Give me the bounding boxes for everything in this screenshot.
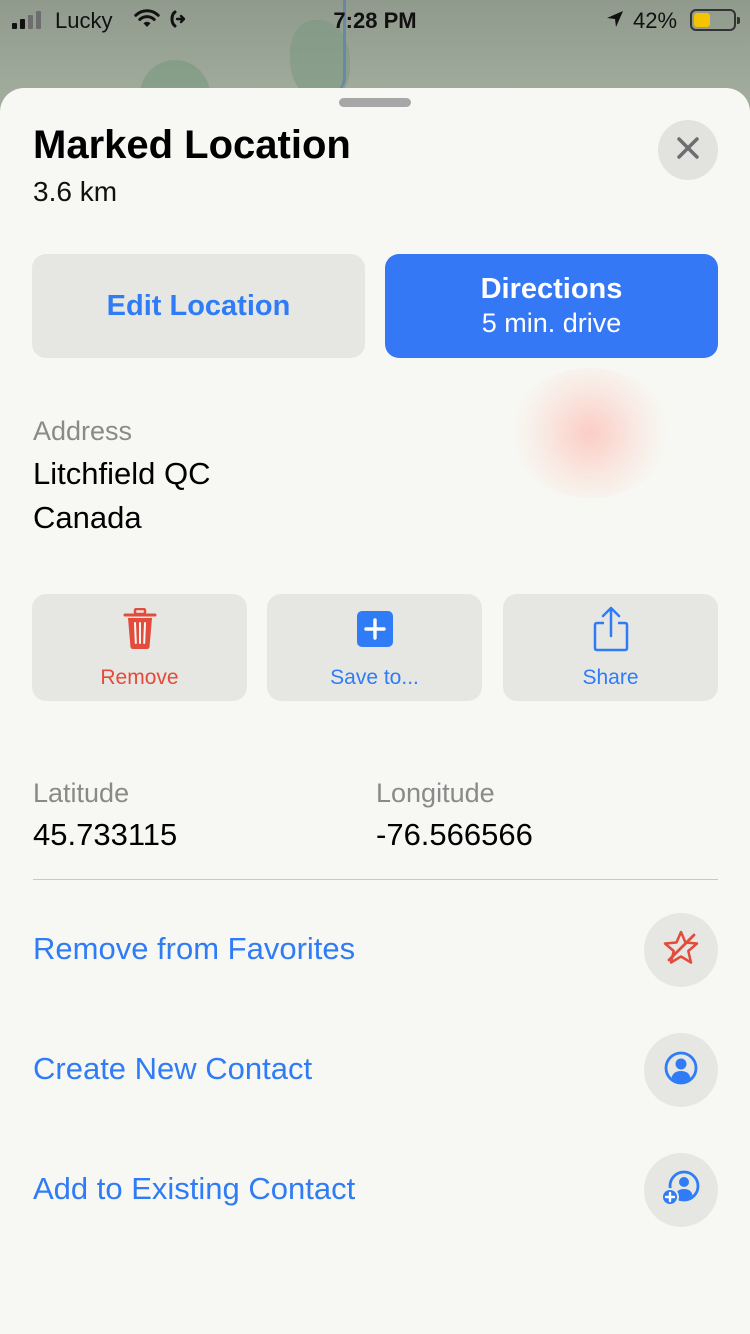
battery-percent: 42% [633, 8, 678, 33]
directions-button[interactable]: Directions 5 min. drive [385, 254, 718, 358]
create-new-contact-link[interactable]: Create New Contact [33, 1051, 312, 1087]
address-label: Address [33, 416, 133, 446]
remove-button[interactable]: Remove [32, 594, 247, 701]
marked-pin-glow [510, 368, 670, 498]
battery-icon [690, 9, 740, 31]
latitude-label: Latitude [33, 778, 130, 808]
edit-location-button[interactable]: Edit Location [32, 254, 365, 358]
location-sheet: Marked Location 3.6 km Edit Location Dir… [0, 88, 750, 1334]
save-to-label: Save to... [330, 666, 419, 689]
remove-label: Remove [100, 666, 179, 689]
remove-from-favorites-button[interactable] [644, 913, 718, 987]
divider [33, 879, 718, 880]
remove-from-favorites-link[interactable]: Remove from Favorites [33, 931, 355, 967]
location-arrow-icon [605, 9, 625, 35]
create-new-contact-button[interactable] [644, 1033, 718, 1107]
save-to-button[interactable]: Save to... [267, 594, 482, 701]
close-button[interactable] [658, 120, 718, 180]
page-title: Marked Location [33, 123, 351, 167]
distance-label: 3.6 km [33, 176, 118, 207]
directions-label: Directions [480, 273, 623, 305]
person-add-icon [661, 1169, 701, 1212]
add-to-existing-contact-link[interactable]: Add to Existing Contact [33, 1171, 355, 1207]
star-remove-icon [662, 929, 700, 972]
status-bar: Lucky 7:28 PM 42% [0, 0, 750, 40]
address-line-1: Litchfield QC [33, 456, 211, 491]
battery-fill [694, 13, 710, 27]
longitude-label: Longitude [376, 778, 495, 808]
add-to-existing-contact-button[interactable] [644, 1153, 718, 1227]
person-circle-icon [664, 1051, 698, 1090]
close-icon [675, 135, 701, 166]
sheet-grabber[interactable] [339, 98, 411, 107]
directions-eta: 5 min. drive [481, 308, 622, 338]
longitude-value: -76.566566 [376, 817, 533, 852]
trash-icon [123, 606, 157, 652]
latitude-value: 45.733115 [33, 817, 178, 852]
share-icon [593, 606, 629, 652]
share-button[interactable]: Share [503, 594, 718, 701]
share-label: Share [582, 666, 639, 689]
address-line-2: Canada [33, 500, 142, 535]
plus-square-icon [356, 606, 394, 652]
